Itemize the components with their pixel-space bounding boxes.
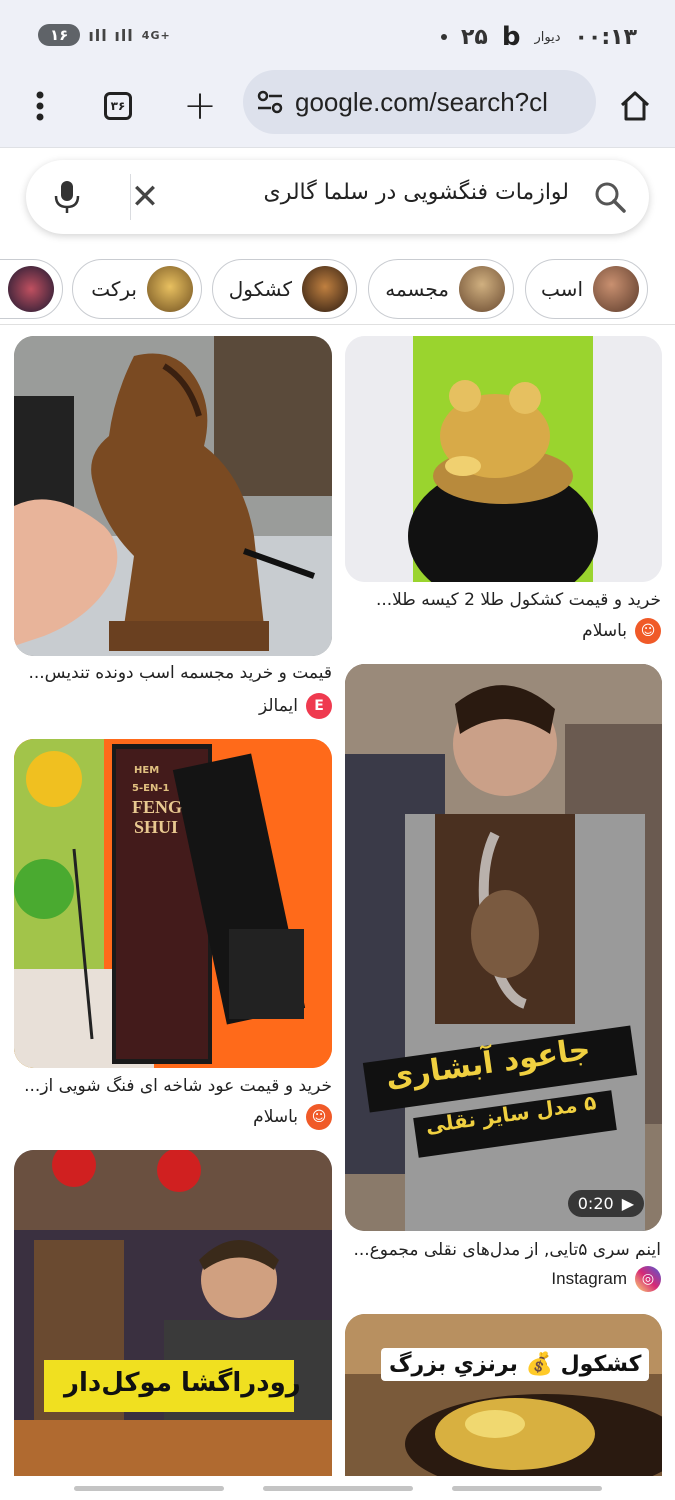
horse-statue-illustration: [14, 336, 332, 656]
url-text: google.com/search?cl: [295, 86, 548, 117]
status-left: ۱۶ ıll ıll 4G+: [38, 24, 171, 46]
status-bar: ۱۶ ıll ıll 4G+ ۲۵ b دیوار ۰۰:۱۳: [0, 0, 675, 70]
result-image-bronze-kashkool[interactable]: کشکول 💰 برنزیِ بزرگ: [345, 1314, 662, 1476]
tab-count: ۳۶: [104, 92, 132, 120]
result-title[interactable]: خرید و قیمت کشکول طلا 2 کیسه طلا...: [343, 590, 661, 610]
incense-shui: SHUI: [134, 817, 179, 837]
chip-thumbnail: [302, 266, 348, 312]
result-image-incense[interactable]: HEM 5-EN-1 FENG SHUI: [14, 739, 332, 1068]
basalam-logo-icon: ☺: [635, 618, 661, 644]
clock: ۰۰:۱۳: [574, 24, 637, 50]
status-right: ۲۵ b دیوار ۰۰:۱۳: [440, 22, 637, 52]
result-title[interactable]: اینم سری ۵تایی, از مدل‌های نقلی مجموع...: [343, 1240, 661, 1260]
menu-dots-icon[interactable]: [18, 84, 62, 128]
battery-indicator: ۱۶: [38, 24, 81, 46]
chip-thumbnail: [459, 266, 505, 312]
chip-more[interactable]: [0, 259, 63, 319]
url-bar[interactable]: google.com/search?cl: [243, 70, 596, 134]
kashkool-overlay-text: کشکول 💰 برنزیِ بزرگ: [381, 1348, 650, 1381]
result-video-waterfall[interactable]: جاعود آبشاری ۵ مدل سایز نقلی 0:20 ▶: [345, 664, 662, 1231]
system-nav-bar: [0, 1476, 675, 1500]
incense-brand: HEM: [134, 765, 160, 776]
date-number: ۲۵: [460, 24, 488, 50]
chip-mojasameh[interactable]: مجسمه: [368, 259, 514, 319]
basalam-logo-icon: ☺: [306, 1104, 332, 1130]
search-query[interactable]: لوازمات فنگشویی در سلما گالری: [263, 180, 569, 205]
nav-handle[interactable]: [74, 1486, 224, 1491]
chip-thumbnail: [593, 266, 639, 312]
result-image-golden-toad[interactable]: [345, 336, 662, 582]
notification-dot-icon: [440, 34, 447, 40]
bronze-kashkool-illustration: [345, 1314, 662, 1476]
chip-kashkool[interactable]: کشکول: [212, 259, 357, 319]
source-name: Instagram: [551, 1269, 627, 1288]
result-source[interactable]: ◎ Instagram: [551, 1266, 661, 1292]
source-name: باسلام: [253, 1107, 298, 1127]
instagram-logo-icon: ◎: [635, 1266, 661, 1292]
chip-label: مجسمه: [385, 277, 449, 301]
mic-icon[interactable]: [52, 179, 82, 215]
result-image-rudraksha[interactable]: رودراگشا موکل‌دار: [14, 1150, 332, 1476]
search-icon[interactable]: [593, 180, 627, 214]
result-source[interactable]: ☺ باسلام: [253, 1104, 332, 1130]
chip-label: برکت: [91, 277, 137, 301]
nav-handle[interactable]: [452, 1486, 602, 1491]
browser-toolbar: ۳۶ + google.com/search?cl: [0, 70, 675, 148]
search-area: ✕ لوازمات فنگشویی در سلما گالری: [0, 148, 675, 248]
incense-box-illustration: [14, 739, 332, 1068]
video-duration: 0:20: [577, 1194, 614, 1213]
video-duration-badge: 0:20 ▶: [567, 1190, 644, 1217]
filter-chips: اسب مجسمه کشکول برکت: [0, 255, 675, 325]
new-tab-plus-icon[interactable]: +: [178, 84, 222, 128]
result-source[interactable]: ☺ باسلام: [582, 618, 661, 644]
play-icon: ▶: [621, 1194, 634, 1213]
chip-thumbnail: [147, 266, 193, 312]
signal-icon: ıll ıll: [88, 25, 134, 45]
rudraksha-seller-illustration: [14, 1150, 332, 1476]
incense-feng: FENG: [132, 797, 183, 817]
result-title[interactable]: خرید و قیمت عود شاخه ای فنگ شویی از...: [14, 1076, 332, 1096]
incense-pack: 5-EN-1: [132, 783, 170, 794]
result-title[interactable]: قیمت و خرید مجسمه اسب دونده تندیس...: [14, 663, 332, 683]
emalls-logo-icon: E: [306, 693, 332, 719]
chip-thumbnail: [8, 266, 54, 312]
rudraksha-overlay-text: رودراگشا موکل‌دار: [64, 1368, 301, 1398]
home-icon[interactable]: [613, 84, 657, 128]
clear-icon[interactable]: ✕: [126, 178, 164, 216]
result-image-horse[interactable]: [14, 336, 332, 656]
site-settings-icon[interactable]: [255, 87, 285, 117]
golden-toad-illustration: [345, 336, 662, 582]
result-source[interactable]: E ایمالز: [259, 693, 332, 719]
chip-label: اسب: [541, 277, 583, 301]
source-name: باسلام: [582, 621, 627, 641]
source-name: ایمالز: [258, 696, 298, 716]
chip-label: کشکول: [228, 277, 292, 301]
app-letter-icon: b: [501, 22, 521, 52]
chip-asb[interactable]: اسب: [525, 259, 648, 319]
network-type: 4G+: [141, 28, 171, 42]
tab-switcher-button[interactable]: ۳۶: [96, 84, 140, 128]
search-box[interactable]: ✕ لوازمات فنگشویی در سلما گالری: [26, 160, 649, 234]
nav-handle[interactable]: [263, 1486, 413, 1491]
app-label: دیوار: [534, 29, 561, 45]
chip-barakat[interactable]: برکت: [72, 259, 202, 319]
waterfall-burner-illustration: [345, 664, 662, 1231]
